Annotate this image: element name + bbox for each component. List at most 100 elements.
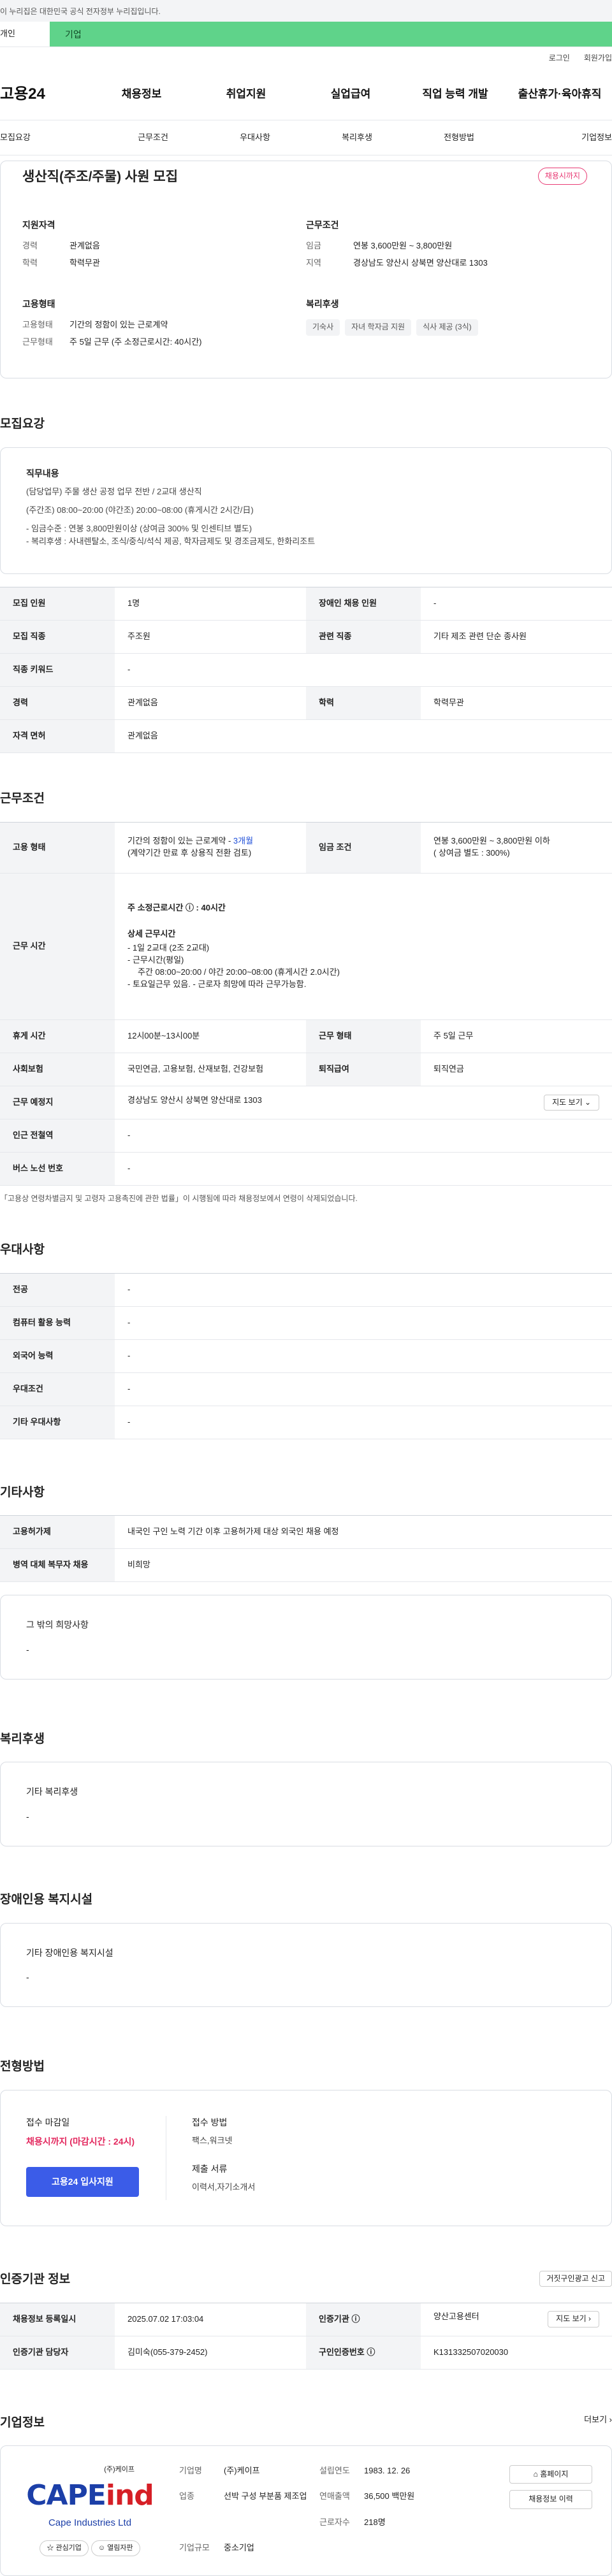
etc-wish-heading: 그 밖의 희망사항 bbox=[26, 1620, 89, 1630]
table-header-cell: 관련 직종 bbox=[306, 620, 421, 654]
company-logo: (주)케이프 CAPEind Cape Industries Ltd ☆ 관심기… bbox=[20, 2465, 160, 2557]
agency-title: 인증기관 정보 bbox=[0, 2272, 71, 2286]
company-field-value: 36,500 백만원 bbox=[364, 2491, 415, 2501]
company-field-value: 선박 구성 부분품 제조업 bbox=[224, 2491, 307, 2501]
map-view-button[interactable]: 지도 보기 ⌄ bbox=[544, 1094, 599, 1111]
table-cell: 양산고용센터 지도 보기 › bbox=[421, 2303, 612, 2336]
section-title-conditions: 근무조건 bbox=[0, 792, 45, 806]
table-header-cell: 병역 대체 복무자 채용 bbox=[0, 1548, 115, 1583]
table-row: 모집 인원 1명 장애인 채용 인원 - bbox=[0, 587, 612, 621]
kv-value: 학력무관 bbox=[69, 258, 100, 268]
subnav-item-preference[interactable]: 우대사항 bbox=[204, 120, 306, 155]
duty-line: (주간조) 08:00~20:00 (야간조) 20:00~08:00 (휴게시… bbox=[26, 505, 254, 515]
report-ad-button[interactable]: 거짓구인광고 신고 bbox=[539, 2270, 612, 2287]
login-link[interactable]: 로그인 bbox=[549, 53, 570, 69]
company-field-label bbox=[319, 2542, 364, 2556]
table-row: 기타 우대사항 - bbox=[0, 1406, 612, 1439]
section-title-process: 전형방법 bbox=[0, 2060, 45, 2074]
company-review-button[interactable]: ☺ 열림자판 bbox=[91, 2540, 140, 2557]
tab-individual[interactable]: 개인 bbox=[0, 22, 50, 47]
etc-wish-value: - bbox=[26, 1644, 29, 1655]
table-header-cell: 사회보험 bbox=[0, 1053, 115, 1086]
logo-korean-name: (주)케이프 bbox=[104, 2466, 135, 2474]
gnb-item-support[interactable]: 취업지원 bbox=[194, 87, 298, 103]
agency-map-button[interactable]: 지도 보기 › bbox=[548, 2311, 599, 2328]
duty-line: - 복리후생 : 사내렌탈소, 조식/중식/석식 제공, 학자금제도 및 경조금… bbox=[26, 536, 316, 547]
hours-line: - 1일 2교대 (2조 2교대) bbox=[127, 943, 210, 953]
company-field-label: 연매출액 bbox=[319, 2491, 350, 2501]
process-box: 접수 마감일 채용시까지 (마감시간 : 24시) 고용24 입사지원 접수 방… bbox=[0, 2089, 612, 2226]
table-cell: 학력무관 bbox=[421, 686, 612, 721]
company-field-value: 1983. 12. 26 bbox=[364, 2466, 411, 2476]
apply-button[interactable]: 고용24 입사지원 bbox=[26, 2167, 139, 2197]
agency-name: 양산고용센터 bbox=[433, 2312, 479, 2322]
summary-conditions: 근무조건 임금 연봉 3,600만원 ~ 3,800만원 지역 경상남도 양산시 상… bbox=[306, 219, 590, 275]
company-actions: ⌂ 홈페이지 채용정보 이력 bbox=[509, 2465, 592, 2556]
user-type-tabs: 개인 기업 bbox=[0, 22, 612, 47]
gnb-item-benefit[interactable]: 실업급여 bbox=[298, 87, 403, 103]
table-cell: - bbox=[115, 1339, 612, 1373]
disability-value: - bbox=[26, 1971, 29, 1982]
kv-value: 기간의 정함이 있는 근로계약 bbox=[69, 320, 168, 330]
table-cell: 경상남도 양산시 상북면 양산대로 1303 지도 보기 ⌄ bbox=[115, 1086, 612, 1119]
section-title-company: 기업정보 더보기 › bbox=[0, 2414, 612, 2432]
table-header-cell: 학력 bbox=[306, 686, 421, 721]
company-more-link[interactable]: 더보기 › bbox=[584, 2414, 612, 2426]
summary-card: 생산직(주조/주물) 사원 모집 채용시까지 지원자격 경력 관계없음 학력 학력무… bbox=[0, 161, 612, 378]
site-logo[interactable]: 고용24 bbox=[0, 83, 89, 106]
table-cell: 국민연금, 고용보험, 산재보험, 건강보험 bbox=[115, 1053, 306, 1086]
subnav-item-company[interactable]: 기업정보 bbox=[510, 120, 612, 155]
gov-banner: 이 누리집은 대한민국 공식 전자정부 누리집입니다. bbox=[0, 0, 612, 22]
kv-label: 학력 bbox=[22, 258, 38, 268]
hours-line: 주간 08:00~20:00 / 야간 20:00~08:00 (휴게시간 2.… bbox=[138, 967, 340, 977]
subnav-item-welfare[interactable]: 복리후생 bbox=[306, 120, 408, 155]
table-row: 외국어 능력 - bbox=[0, 1339, 612, 1373]
disability-heading: 기타 장애인용 복지시설 bbox=[26, 1947, 113, 1958]
table-cell: 기타 제조 관련 단순 종사원 bbox=[421, 620, 612, 654]
homepage-button[interactable]: ⌂ 홈페이지 bbox=[509, 2465, 592, 2484]
summary-qualification: 지원자격 경력 관계없음 학력 학력무관 bbox=[22, 219, 306, 275]
tab-corporate[interactable]: 기업 bbox=[50, 22, 612, 47]
gnb-item-jobs[interactable]: 채용정보 bbox=[89, 87, 194, 103]
kv-label: 지역 bbox=[306, 258, 321, 268]
recruit-table: 모집 인원 1명 장애인 채용 인원 - 모집 직종 주조원 관련 직종 기타 제조 관련 … bbox=[0, 587, 612, 754]
summary-qual-heading: 지원자격 bbox=[22, 220, 55, 230]
subnav-item-process[interactable]: 전형방법 bbox=[408, 120, 510, 155]
company-field-label: 기업명 bbox=[179, 2466, 202, 2476]
gov-banner-text: 이 누리집은 대한민국 공식 전자정부 누리집입니다. bbox=[0, 7, 161, 16]
favorite-company-button[interactable]: ☆ 관심기업 bbox=[40, 2540, 89, 2557]
gnb-item-training[interactable]: 직업 능력 개발 bbox=[403, 87, 507, 103]
table-cell: - bbox=[421, 587, 612, 621]
kv-label: 근무형태 bbox=[22, 337, 53, 347]
table-cell: 1명 bbox=[115, 587, 306, 621]
utility-links: 로그인 회원가입 bbox=[0, 47, 612, 69]
subnav-item-recruit[interactable]: 모집요강 bbox=[0, 120, 102, 155]
table-header-cell: 채용정보 등록일시 bbox=[0, 2303, 115, 2336]
hours-detail-heading: 상세 근무시간 bbox=[127, 928, 176, 939]
table-header-cell: 인근 전철역 bbox=[0, 1119, 115, 1153]
kv-label: 고용형태 bbox=[22, 320, 53, 330]
logo-wordmark: CAPEind bbox=[20, 2475, 160, 2516]
company-field-value: 218명 bbox=[364, 2517, 386, 2527]
table-header-cell: 퇴직급여 bbox=[306, 1053, 421, 1086]
preference-table: 전공 - 컴퓨터 활용 능력 - 외국어 능력 - 우대조건 - 기타 우대사항 - bbox=[0, 1272, 612, 1439]
gnb-item-leave[interactable]: 출산휴가·육아휴직 bbox=[507, 87, 612, 103]
job-title: 생산직(주조/주물) 사원 모집 bbox=[22, 169, 178, 184]
welfare-heading: 기타 복리후생 bbox=[26, 1787, 78, 1797]
table-cell: 2025.07.02 17:03:04 bbox=[115, 2303, 306, 2336]
duty-heading: 직무내용 bbox=[26, 468, 59, 479]
job-history-button[interactable]: 채용정보 이력 bbox=[509, 2490, 592, 2509]
summary-employment: 고용형태 고용형태 기간의 정함이 있는 근로계약 근무형태 주 5일 근무 (주 … bbox=[22, 298, 306, 354]
table-header-cell: 장애인 채용 인원 bbox=[306, 587, 421, 621]
table-row: 고용허가제 내국인 구인 노력 기간 이후 고용허가제 대상 외국인 채용 예정 bbox=[0, 1515, 612, 1550]
docs-value: 이력서,자기소개서 bbox=[192, 2182, 256, 2192]
table-row: 근무 시간 주 소정근로시간 ⓘ : 40시간 상세 근무시간 - 1일 2교대… bbox=[0, 873, 612, 1020]
signup-link[interactable]: 회원가입 bbox=[584, 53, 612, 69]
table-cell: K131332507020030 bbox=[421, 2336, 612, 2370]
table-cell: - bbox=[115, 1119, 612, 1153]
wage-note: ( 상여금 별도 : 300%) bbox=[433, 848, 510, 858]
subnav-item-conditions[interactable]: 근무조건 bbox=[102, 120, 204, 155]
section-subnav: 모집요강 근무조건 우대사항 복리후생 전형방법 기업정보 bbox=[0, 120, 612, 155]
welfare-value: - bbox=[26, 1811, 29, 1822]
table-header-cell: 고용 형태 bbox=[0, 822, 115, 874]
